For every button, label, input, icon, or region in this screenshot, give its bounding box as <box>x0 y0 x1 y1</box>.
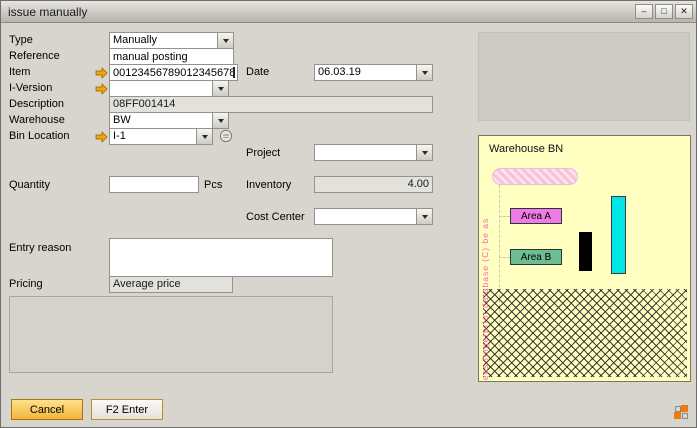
item-label: Item <box>9 66 30 78</box>
quantity-unit-label: Pcs <box>204 179 222 191</box>
pricing-label: Pricing <box>9 278 43 290</box>
map-watermark: beas fingerprint database (C) be as <box>480 206 490 382</box>
close-button[interactable]: ✕ <box>675 4 693 19</box>
project-combobox[interactable] <box>314 144 433 161</box>
resize-form-icon[interactable] <box>674 405 689 420</box>
reference-input[interactable] <box>109 48 234 65</box>
project-combo-arrow-icon[interactable] <box>416 145 432 160</box>
reference-label: Reference <box>9 50 60 62</box>
item-input[interactable] <box>109 64 238 81</box>
pricing-field: Average price <box>109 276 233 293</box>
project-label: Project <box>246 147 280 159</box>
warehouse-combo-arrow-icon[interactable] <box>212 113 228 128</box>
i-version-value <box>110 81 212 96</box>
item-text-cursor <box>233 67 235 78</box>
quantity-label: Quantity <box>9 179 50 191</box>
type-value: Manually <box>110 33 217 48</box>
cost-center-combo-arrow-icon[interactable] <box>416 209 432 224</box>
close-icon: ✕ <box>680 7 688 16</box>
window-title: issue manually <box>8 5 87 19</box>
maximize-icon: □ <box>661 7 666 16</box>
type-combo-arrow-icon[interactable] <box>217 33 233 48</box>
area-b-label: Area B <box>521 252 552 263</box>
warehouse-map: Warehouse BN Area A Area B beas fingerpr… <box>478 135 691 382</box>
date-label: Date <box>246 66 269 78</box>
bin-location-label: Bin Location <box>9 130 70 142</box>
bin-location-link-arrow-icon[interactable] <box>95 131 108 143</box>
cost-center-label: Cost Center <box>246 211 305 223</box>
cost-center-value <box>315 209 416 224</box>
type-combobox[interactable]: Manually <box>109 32 234 49</box>
project-value <box>315 145 416 160</box>
inventory-field: 4.00 <box>314 176 433 193</box>
storage-zone-pill <box>492 168 578 185</box>
preview-placeholder <box>478 32 690 121</box>
bin-location-combo-arrow-icon[interactable] <box>196 129 212 144</box>
connector-dashed-line-a <box>499 216 510 217</box>
rack-cyan <box>611 196 626 274</box>
maximize-button[interactable]: □ <box>655 4 673 19</box>
hatched-floor <box>483 289 687 377</box>
area-a-label: Area A <box>521 211 551 222</box>
titlebar: issue manually – □ ✕ <box>1 1 696 23</box>
i-version-link-arrow-icon[interactable] <box>95 83 108 95</box>
dialog-window: issue manually – □ ✕ Type Reference Item… <box>0 0 697 428</box>
i-version-label: I-Version <box>9 82 52 94</box>
bin-location-settings-icon[interactable] <box>219 129 233 143</box>
area-b-box: Area B <box>510 249 562 265</box>
window-controls: – □ ✕ <box>635 4 693 19</box>
enter-button[interactable]: F2 Enter <box>91 399 163 420</box>
minimize-button[interactable]: – <box>635 4 653 19</box>
description-label: Description <box>9 98 64 110</box>
connector-dashed-line-b <box>499 257 510 258</box>
date-value: 06.03.19 <box>315 65 416 80</box>
bin-location-combobox[interactable]: I-1 <box>109 128 213 145</box>
warehouse-label: Warehouse <box>9 114 65 126</box>
minimize-icon: – <box>641 7 646 16</box>
i-version-combo-arrow-icon[interactable] <box>212 81 228 96</box>
entry-reason-label: Entry reason <box>9 242 71 254</box>
date-combo-arrow-icon[interactable] <box>416 65 432 80</box>
quantity-input[interactable] <box>109 176 199 193</box>
entry-reason-textarea[interactable] <box>109 238 333 277</box>
date-combobox[interactable]: 06.03.19 <box>314 64 433 81</box>
type-label: Type <box>9 34 33 46</box>
warehouse-value: BW <box>110 113 212 128</box>
item-link-arrow-icon[interactable] <box>95 67 108 79</box>
description-field: 08FF001414 <box>109 96 433 113</box>
details-panel <box>9 296 333 373</box>
area-a-box: Area A <box>510 208 562 224</box>
cost-center-combobox[interactable] <box>314 208 433 225</box>
bin-location-value: I-1 <box>110 129 196 144</box>
cancel-button[interactable]: Cancel <box>11 399 83 420</box>
warehouse-combobox[interactable]: BW <box>109 112 229 129</box>
inventory-label: Inventory <box>246 179 291 191</box>
i-version-combobox[interactable] <box>109 80 229 97</box>
warehouse-map-title: Warehouse BN <box>489 143 563 155</box>
rack-black <box>579 232 592 271</box>
